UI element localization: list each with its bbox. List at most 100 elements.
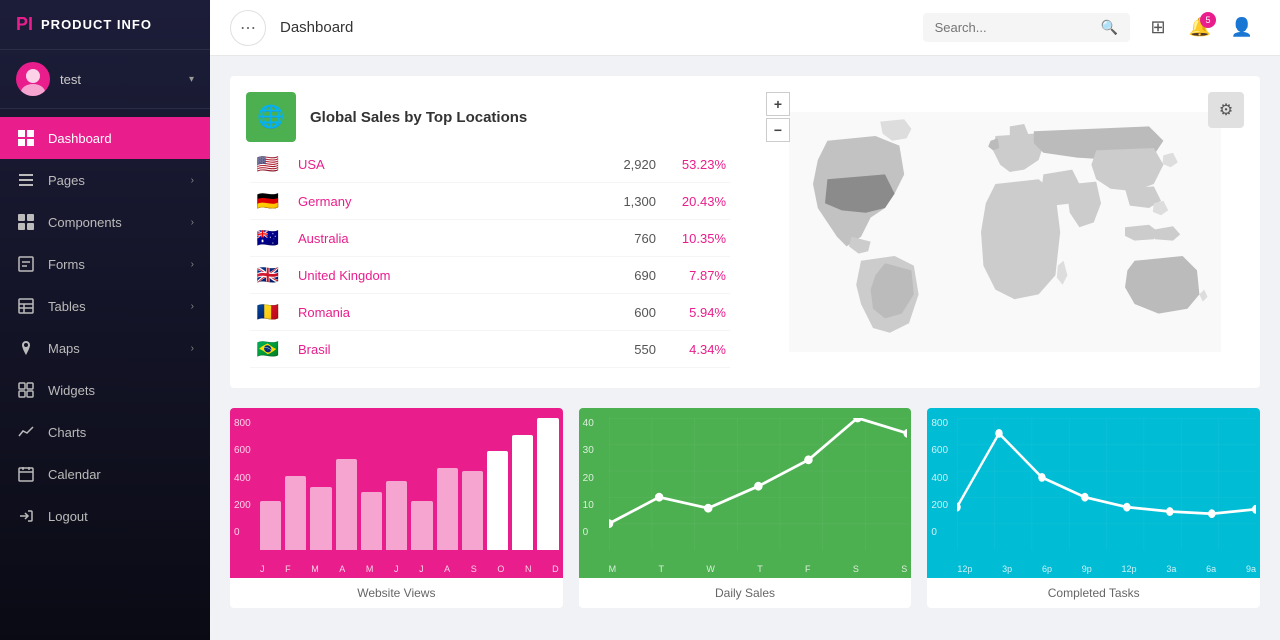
country-table: 🇺🇸 USA 2,920 53.23% 🇩🇪 Germany 1,300 20.… bbox=[250, 146, 730, 368]
content-area: 🌐 Global Sales by Top Locations 🇺🇸 USA 2… bbox=[210, 56, 1280, 640]
sidebar-item-label-components: Components bbox=[48, 215, 191, 230]
x-axis-label: 12p bbox=[1122, 564, 1137, 574]
completed-tasks-chart: 8006004002000 bbox=[927, 408, 1260, 578]
map-zoom-controls: + − bbox=[766, 92, 790, 142]
bar bbox=[462, 471, 483, 550]
zoom-in-button[interactable]: + bbox=[766, 92, 790, 116]
search-bar: 🔍 bbox=[923, 13, 1130, 42]
y-axis-label: 20 bbox=[583, 473, 594, 484]
y-axis-label: 0 bbox=[931, 527, 948, 538]
completed-tasks-footer: Completed Tasks bbox=[927, 578, 1260, 608]
widgets-icon bbox=[16, 380, 36, 400]
country-flag: 🇦🇺 bbox=[254, 228, 282, 248]
notifications-button[interactable]: 🔔 5 bbox=[1182, 10, 1218, 46]
country-name[interactable]: Germany bbox=[298, 194, 576, 209]
maps-icon bbox=[16, 338, 36, 358]
y-axis-label: 400 bbox=[931, 473, 948, 484]
x-axis-label: 3p bbox=[1002, 564, 1012, 574]
sidebar-logo: PI PRODUCT INFO bbox=[0, 0, 210, 50]
country-name[interactable]: Australia bbox=[298, 231, 576, 246]
daily-sales-card: 403020100 bbox=[579, 408, 912, 608]
chevron-right-icon: › bbox=[191, 343, 194, 354]
grid-view-button[interactable]: ⊞ bbox=[1140, 10, 1176, 46]
sidebar-item-calendar[interactable]: Calendar bbox=[0, 453, 210, 495]
y-axis-label: 40 bbox=[583, 418, 594, 429]
y-axis-label: 200 bbox=[931, 500, 948, 511]
country-percent: 20.43% bbox=[656, 194, 726, 209]
sidebar-user[interactable]: test ▾ bbox=[0, 50, 210, 109]
sidebar-item-maps[interactable]: Maps › bbox=[0, 327, 210, 369]
country-name[interactable]: Brasil bbox=[298, 342, 576, 357]
table-row: 🇺🇸 USA 2,920 53.23% bbox=[250, 146, 730, 183]
sidebar-item-widgets[interactable]: Widgets bbox=[0, 369, 210, 411]
notification-badge: 5 bbox=[1200, 12, 1216, 28]
sidebar-item-tables[interactable]: Tables › bbox=[0, 285, 210, 327]
forms-icon bbox=[16, 254, 36, 274]
sidebar-item-label-tables: Tables bbox=[48, 299, 191, 314]
country-name[interactable]: United Kingdom bbox=[298, 268, 576, 283]
completed-tasks-svg bbox=[957, 418, 1256, 550]
x-axis-label: M bbox=[366, 564, 374, 574]
x-axis-label: N bbox=[525, 564, 532, 574]
country-value: 600 bbox=[576, 305, 656, 320]
x-axis-label: A bbox=[339, 564, 345, 574]
bar bbox=[285, 476, 306, 550]
search-icon[interactable]: 🔍 bbox=[1101, 19, 1118, 36]
country-flag: 🇬🇧 bbox=[254, 265, 282, 285]
map-widget: 🌐 Global Sales by Top Locations 🇺🇸 USA 2… bbox=[230, 76, 1260, 388]
x-axis-label: T bbox=[757, 564, 763, 574]
chevron-right-icon: › bbox=[191, 175, 194, 186]
completed-tasks-title: Completed Tasks bbox=[1048, 586, 1140, 600]
country-name[interactable]: Romania bbox=[298, 305, 576, 320]
website-views-footer: Website Views bbox=[230, 578, 563, 608]
map-widget-title: Global Sales by Top Locations bbox=[310, 109, 527, 126]
sidebar-item-label-calendar: Calendar bbox=[48, 467, 194, 482]
country-value: 550 bbox=[576, 342, 656, 357]
pages-icon bbox=[16, 170, 36, 190]
bar bbox=[336, 459, 357, 550]
sidebar-item-pages[interactable]: Pages › bbox=[0, 159, 210, 201]
zoom-out-button[interactable]: − bbox=[766, 118, 790, 142]
line-chart-tasks bbox=[957, 418, 1256, 550]
daily-sales-title: Daily Sales bbox=[715, 586, 775, 600]
y-axis-label: 800 bbox=[931, 418, 948, 429]
x-axis-label: M bbox=[609, 564, 617, 574]
sidebar-item-forms[interactable]: Forms › bbox=[0, 243, 210, 285]
x-axis-label: S bbox=[471, 564, 477, 574]
user-profile-button[interactable]: 👤 bbox=[1224, 10, 1260, 46]
country-percent: 53.23% bbox=[656, 157, 726, 172]
completed-tasks-card: 8006004002000 bbox=[927, 408, 1260, 608]
search-input[interactable] bbox=[935, 20, 1095, 35]
y-axis-label: 10 bbox=[583, 500, 594, 511]
sidebar-item-dashboard[interactable]: Dashboard bbox=[0, 117, 210, 159]
sidebar-item-components[interactable]: Components › bbox=[0, 201, 210, 243]
menu-button[interactable]: ⋯ bbox=[230, 10, 266, 46]
country-name[interactable]: USA bbox=[298, 157, 576, 172]
settings-button[interactable]: ⚙ bbox=[1208, 92, 1244, 128]
table-row: 🇩🇪 Germany 1,300 20.43% bbox=[250, 183, 730, 220]
x-axis-label: 9a bbox=[1246, 564, 1256, 574]
x-axis-label: O bbox=[497, 564, 504, 574]
calendar-icon bbox=[16, 464, 36, 484]
table-row: 🇬🇧 United Kingdom 690 7.87% bbox=[250, 257, 730, 294]
bar bbox=[361, 492, 382, 550]
sidebar-item-charts[interactable]: Charts bbox=[0, 411, 210, 453]
x-axis-label: 3a bbox=[1166, 564, 1176, 574]
sidebar-item-label-maps: Maps bbox=[48, 341, 191, 356]
logo-title: PRODUCT INFO bbox=[41, 17, 152, 32]
sidebar-username: test bbox=[60, 72, 189, 87]
map-visual: + − bbox=[750, 76, 1260, 388]
x-axis-label: 6p bbox=[1042, 564, 1052, 574]
daily-sales-x-axis: MTWTFSS bbox=[609, 564, 908, 574]
website-views-title: Website Views bbox=[357, 586, 435, 600]
chevron-right-icon: › bbox=[191, 217, 194, 228]
website-views-chart: 8006004002000 JFMAMJJASOND bbox=[230, 408, 563, 578]
x-axis-label: 6a bbox=[1206, 564, 1216, 574]
daily-sales-svg bbox=[609, 418, 908, 550]
table-row: 🇧🇷 Brasil 550 4.34% bbox=[250, 331, 730, 368]
y-axis-label: 600 bbox=[234, 445, 251, 456]
sidebar-item-logout[interactable]: Logout bbox=[0, 495, 210, 537]
table-row: 🇷🇴 Romania 600 5.94% bbox=[250, 294, 730, 331]
map-widget-icon: 🌐 bbox=[246, 92, 296, 142]
sidebar-navigation: Dashboard Pages › Components › Forms › T… bbox=[0, 109, 210, 640]
